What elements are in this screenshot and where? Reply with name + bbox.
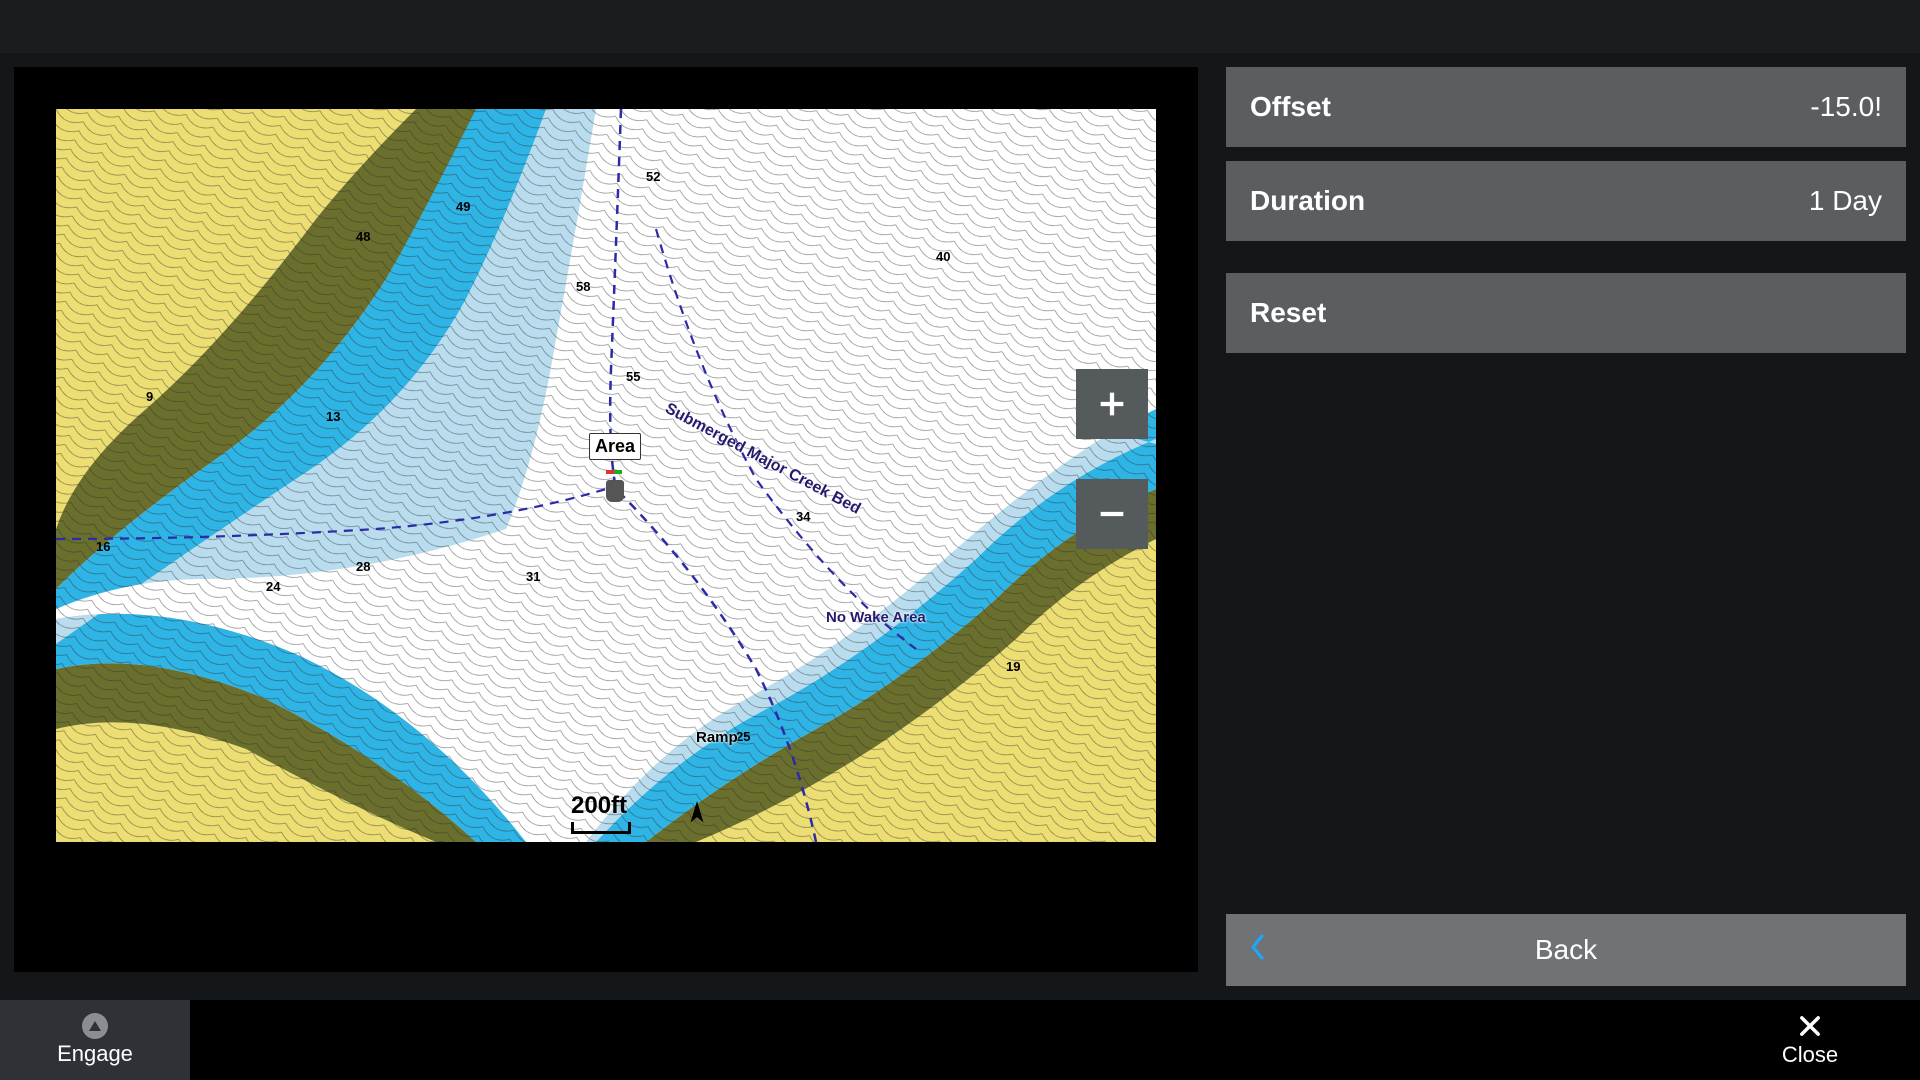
bottom-bar: Engage Close xyxy=(0,1000,1920,1080)
close-button[interactable]: Close xyxy=(1700,1000,1920,1080)
side-panel: Offset -15.0! Duration 1 Day Reset Back xyxy=(1226,53,1906,1000)
depth-value: 28 xyxy=(356,559,370,574)
close-icon xyxy=(1796,1012,1824,1040)
north-arrow-icon xyxy=(686,801,708,834)
map-label-ramp: Ramp xyxy=(696,729,738,746)
duration-value: 1 Day xyxy=(1809,185,1882,217)
engage-icon xyxy=(82,1013,108,1039)
scale-bar: 200ft xyxy=(571,792,631,834)
chevron-left-icon xyxy=(1248,932,1268,969)
scale-text: 200ft xyxy=(571,792,631,820)
depth-value: 40 xyxy=(936,249,950,264)
area-marker-label: Area xyxy=(589,433,641,460)
main-area: Area 9 13 16 24 28 31 34 40 48 49 52 55 … xyxy=(0,53,1920,1000)
depth-value: 34 xyxy=(796,509,810,524)
boat-icon xyxy=(606,461,624,502)
depth-value: 13 xyxy=(326,409,340,424)
chart-frame: Area 9 13 16 24 28 31 34 40 48 49 52 55 … xyxy=(14,67,1198,972)
depth-value: 9 xyxy=(146,389,153,404)
depth-value: 48 xyxy=(356,229,370,244)
offset-value: -15.0! xyxy=(1810,91,1882,123)
top-bar xyxy=(0,0,1920,53)
nautical-chart[interactable]: Area 9 13 16 24 28 31 34 40 48 49 52 55 … xyxy=(56,109,1156,842)
map-label-nowake: No Wake Area xyxy=(826,609,926,626)
engage-button[interactable]: Engage xyxy=(0,1000,190,1080)
depth-value: 24 xyxy=(266,579,280,594)
depth-value: 19 xyxy=(1006,659,1020,674)
depth-value: 31 xyxy=(526,569,540,584)
duration-label: Duration xyxy=(1250,185,1365,217)
offset-button[interactable]: Offset -15.0! xyxy=(1226,67,1906,147)
duration-button[interactable]: Duration 1 Day xyxy=(1226,161,1906,241)
minus-icon xyxy=(1095,497,1129,531)
depth-value: 16 xyxy=(96,539,110,554)
reset-label: Reset xyxy=(1250,297,1326,329)
reset-button[interactable]: Reset xyxy=(1226,273,1906,353)
close-label: Close xyxy=(1782,1042,1838,1068)
depth-value: 52 xyxy=(646,169,660,184)
engage-label: Engage xyxy=(57,1041,133,1067)
zoom-out-button[interactable] xyxy=(1076,479,1148,549)
depth-value: 25 xyxy=(736,729,750,744)
zoom-in-button[interactable] xyxy=(1076,369,1148,439)
depth-value: 58 xyxy=(576,279,590,294)
back-label: Back xyxy=(1535,934,1597,966)
plus-icon xyxy=(1095,387,1129,421)
offset-label: Offset xyxy=(1250,91,1331,123)
depth-value: 55 xyxy=(626,369,640,384)
depth-value: 49 xyxy=(456,199,470,214)
back-button[interactable]: Back xyxy=(1226,914,1906,986)
